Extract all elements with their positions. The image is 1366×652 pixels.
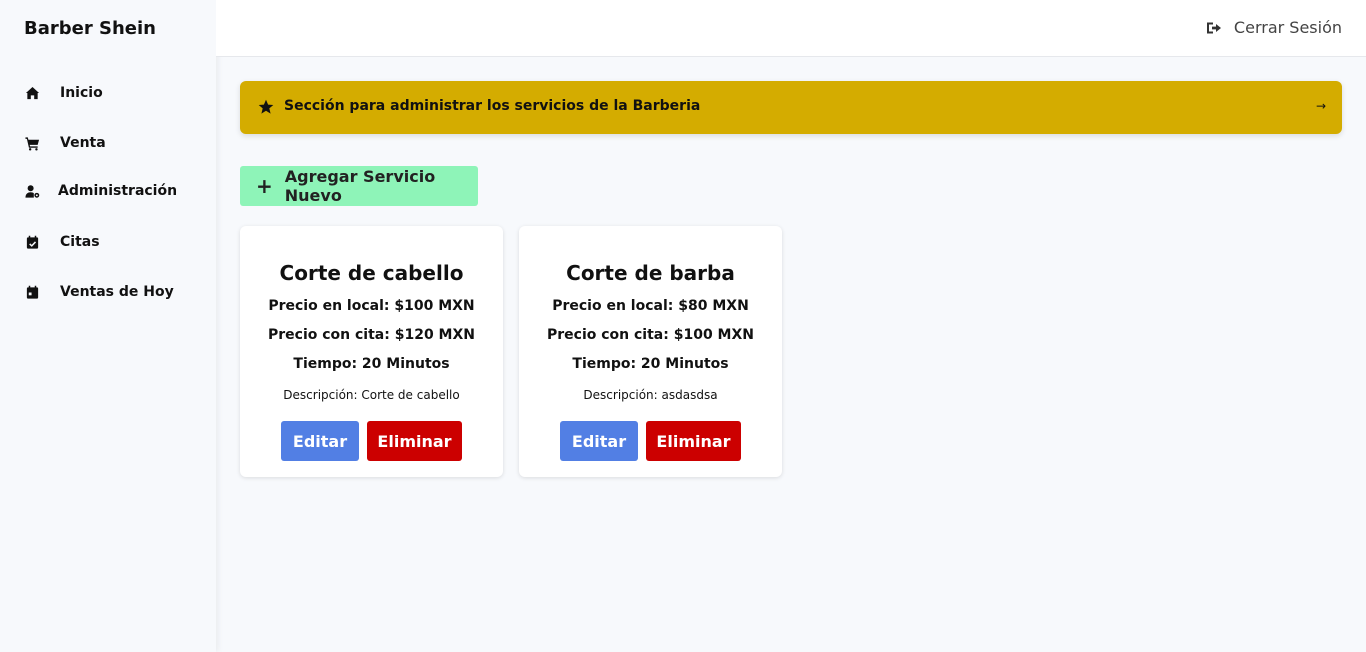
delete-button[interactable]: Eliminar xyxy=(367,421,462,461)
sidebar-item-label: Venta xyxy=(60,135,106,151)
banner-text: Sección para administrar los servicios d… xyxy=(284,98,701,114)
edit-button[interactable]: Editar xyxy=(560,421,638,461)
logout-button[interactable]: Cerrar Sesión xyxy=(1206,18,1342,37)
service-time: Tiempo: 20 Minutos xyxy=(293,356,450,372)
edit-button[interactable]: Editar xyxy=(281,421,359,461)
add-service-button[interactable]: + Agregar Servicio Nuevo xyxy=(240,166,478,206)
logout-label: Cerrar Sesión xyxy=(1233,18,1342,37)
cart-icon xyxy=(24,135,40,151)
home-icon xyxy=(24,85,40,101)
sidebar-item-label: Administración xyxy=(58,183,178,199)
service-card: Corte de barba Precio en local: $80 MXN … xyxy=(519,226,782,477)
service-price-local: Precio en local: $100 MXN xyxy=(268,298,475,314)
service-price-appointment: Precio con cita: $120 MXN xyxy=(268,327,475,343)
info-banner: Sección para administrar los servicios d… xyxy=(240,81,1342,134)
user-gear-icon xyxy=(24,183,40,199)
add-service-label: Agregar Servicio Nuevo xyxy=(284,167,436,205)
service-title: Corte de cabello xyxy=(279,261,464,285)
calendar-check-icon xyxy=(24,234,40,250)
brand-title: Barber Shein xyxy=(24,18,156,39)
sign-out-icon xyxy=(1206,22,1221,33)
delete-button[interactable]: Eliminar xyxy=(646,421,741,461)
sidebar-item-label: Ventas de Hoy xyxy=(60,284,174,300)
service-time: Tiempo: 20 Minutos xyxy=(572,356,729,372)
service-price-local: Precio en local: $80 MXN xyxy=(552,298,749,314)
sidebar-item-administracion[interactable]: Administración xyxy=(24,183,177,199)
sidebar-item-inicio[interactable]: Inicio xyxy=(24,85,103,101)
sidebar-item-label: Inicio xyxy=(60,85,103,101)
service-title: Corte de barba xyxy=(566,261,735,285)
sidebar: Barber Shein Inicio Venta Administración… xyxy=(0,0,216,652)
service-price-appointment: Precio con cita: $100 MXN xyxy=(547,327,754,343)
plus-icon: + xyxy=(256,174,273,198)
sidebar-item-label: Citas xyxy=(60,234,100,250)
topbar: Cerrar Sesión xyxy=(216,0,1366,57)
service-description: Descripción: Corte de cabello xyxy=(283,388,460,402)
sidebar-item-venta[interactable]: Venta xyxy=(24,135,106,151)
banner-arrow[interactable]: → xyxy=(1316,99,1326,113)
star-icon xyxy=(258,99,274,114)
sidebar-item-citas[interactable]: Citas xyxy=(24,234,100,250)
service-description: Descripción: asdasdsa xyxy=(583,388,718,402)
calendar-day-icon xyxy=(24,284,40,300)
service-card: Corte de cabello Precio en local: $100 M… xyxy=(240,226,503,477)
sidebar-item-ventas-hoy[interactable]: Ventas de Hoy xyxy=(24,284,174,300)
